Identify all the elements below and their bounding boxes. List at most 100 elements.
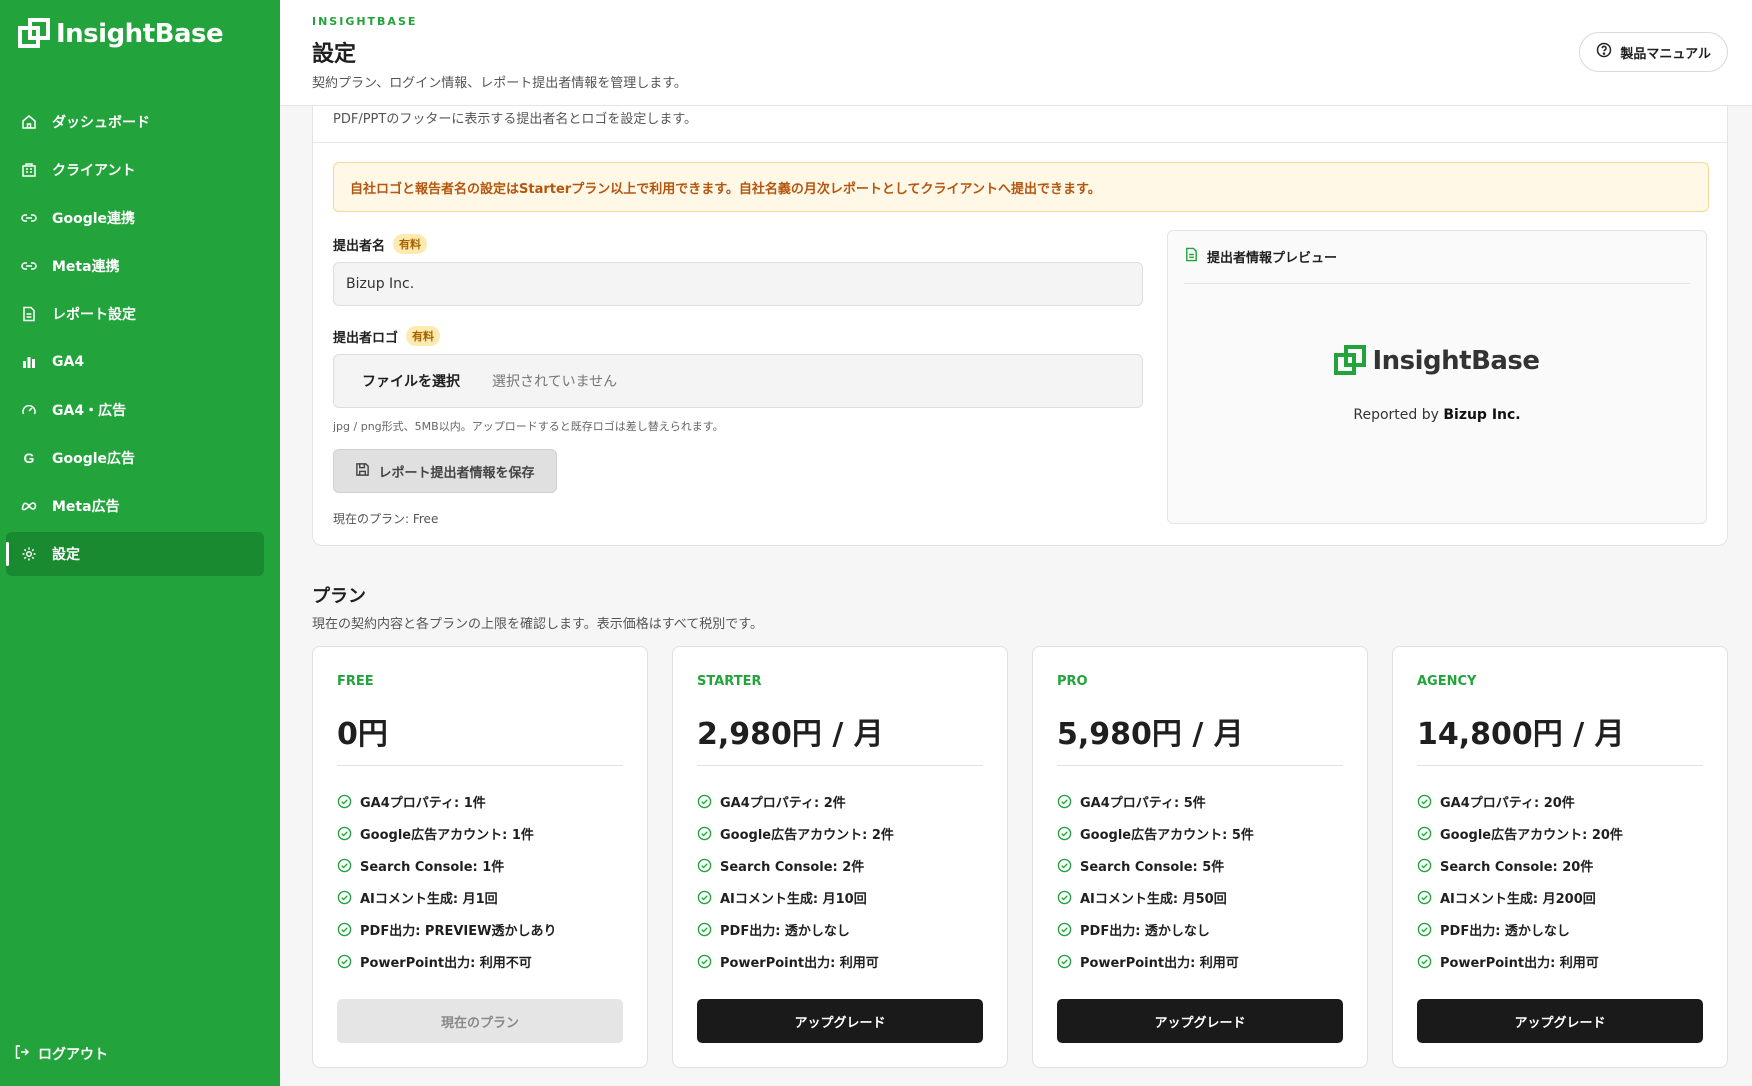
app-logo[interactable]: InsightBase bbox=[18, 18, 224, 50]
plan-features: GA4プロパティ: 20件 Google広告アカウント: 20件 Search Co… bbox=[1417, 785, 1623, 977]
sidebar-item-meta-ads[interactable]: Meta広告 bbox=[6, 484, 264, 528]
plan-feature-text: PDF出力: 透かしなし bbox=[1440, 923, 1570, 939]
plan-feature-text: Google広告アカウント: 1件 bbox=[360, 827, 534, 843]
file-status: 選択されていません bbox=[492, 374, 618, 390]
gear-icon bbox=[20, 545, 38, 563]
plan-feature: PowerPoint出力: 利用可 bbox=[697, 945, 894, 977]
reporter-logo-label-text: 提出者ロゴ bbox=[333, 330, 399, 346]
plan-price: 5,980円 / 月 bbox=[1057, 717, 1244, 752]
preview-title: 提出者情報プレビュー bbox=[1207, 251, 1338, 266]
plan-feature: Google広告アカウント: 5件 bbox=[1057, 817, 1254, 849]
upgrade-button[interactable]: アップグレード bbox=[1417, 999, 1703, 1043]
reported-by: Reported by Bizup Inc. bbox=[1168, 407, 1706, 423]
sidebar-item-clients[interactable]: クライアント bbox=[6, 148, 264, 192]
plan-feature: PDF出力: 透かしなし bbox=[1417, 913, 1623, 945]
product-manual-label: 製品マニュアル bbox=[1620, 46, 1711, 62]
plan-feature: GA4プロパティ: 20件 bbox=[1417, 785, 1623, 817]
plan-feature: Search Console: 2件 bbox=[697, 849, 894, 881]
check-circle-icon bbox=[1057, 826, 1072, 840]
choose-file-button[interactable]: ファイルを選択 bbox=[362, 371, 460, 391]
sidebar-item-label: Google広告 bbox=[52, 451, 136, 467]
preview-logo: InsightBase bbox=[1168, 345, 1706, 377]
plan-divider bbox=[337, 765, 623, 766]
plan-feature: PowerPoint出力: 利用可 bbox=[1417, 945, 1623, 977]
reported-by-prefix: Reported by bbox=[1353, 407, 1439, 423]
plan-feature: Search Console: 20件 bbox=[1417, 849, 1623, 881]
logout-button[interactable]: ログアウト bbox=[14, 1044, 108, 1064]
link-icon bbox=[20, 209, 38, 227]
plan-feature: Google広告アカウント: 20件 bbox=[1417, 817, 1623, 849]
google-icon: G bbox=[20, 449, 38, 467]
home-icon bbox=[20, 113, 38, 131]
sidebar-item-label: クライアント bbox=[52, 163, 136, 179]
preview-logo-text: InsightBase bbox=[1372, 346, 1540, 376]
check-circle-icon bbox=[337, 794, 352, 808]
plan-name: STARTER bbox=[697, 674, 762, 689]
plan-feature-text: PDF出力: 透かしなし bbox=[1080, 923, 1210, 939]
plan-price: 0円 bbox=[337, 717, 388, 752]
plan-name: FREE bbox=[337, 674, 374, 689]
plan-feature-text: PDF出力: 透かしなし bbox=[720, 923, 850, 939]
logo-file-input[interactable]: ファイルを選択 選択されていません bbox=[333, 354, 1143, 408]
plan-feature: PowerPoint出力: 利用不可 bbox=[337, 945, 556, 977]
sidebar-item-label: ダッシュボード bbox=[52, 115, 150, 131]
check-circle-icon bbox=[697, 890, 712, 904]
plan-feature-text: PowerPoint出力: 利用不可 bbox=[360, 955, 532, 971]
plan-feature-text: Search Console: 20件 bbox=[1440, 859, 1594, 875]
check-circle-icon bbox=[1417, 890, 1432, 904]
plan-feature: GA4プロパティ: 2件 bbox=[697, 785, 894, 817]
check-circle-icon bbox=[697, 954, 712, 968]
reporter-logo-label: 提出者ロゴ 有料 bbox=[333, 326, 441, 346]
plan-card-pro: PRO 5,980円 / 月 GA4プロパティ: 5件 Google広告アカウント: … bbox=[1032, 646, 1368, 1068]
check-circle-icon bbox=[337, 858, 352, 872]
page-title: 設定 bbox=[312, 42, 357, 67]
brand-subtitle: INSIGHTBASE bbox=[312, 15, 418, 28]
save-reporter-button[interactable]: レポート提出者情報を保存 bbox=[333, 449, 557, 493]
plans-description: 現在の契約内容と各プランの上限を確認します。表示価格はすべて税別です。 bbox=[312, 617, 763, 632]
check-circle-icon bbox=[697, 922, 712, 936]
svg-text:G: G bbox=[24, 450, 35, 466]
plan-feature: Google広告アカウント: 2件 bbox=[697, 817, 894, 849]
reported-by-name: Bizup Inc. bbox=[1443, 407, 1521, 423]
plan-feature-text: AIコメント生成: 月10回 bbox=[720, 891, 867, 907]
logo-icon bbox=[1334, 345, 1367, 377]
logout-icon bbox=[14, 1044, 30, 1064]
reporter-name-input[interactable] bbox=[333, 262, 1143, 306]
current-plan-note: 現在のプラン: Free bbox=[333, 512, 439, 526]
document-icon bbox=[20, 305, 38, 323]
sidebar-item-dashboard[interactable]: ダッシュボード bbox=[6, 100, 264, 144]
plan-feature: AIコメント生成: 月10回 bbox=[697, 881, 894, 913]
check-circle-icon bbox=[337, 922, 352, 936]
bar-chart-icon bbox=[20, 353, 38, 371]
sidebar-nav: ダッシュボード クライアント Google連携 Meta連携 レポート設定 GA… bbox=[6, 100, 264, 580]
document-icon bbox=[1184, 247, 1199, 266]
reporter-settings-card: PDF/PPTのフッターに表示する提出者名とロゴを設定します。 自社ロゴと報告者… bbox=[312, 106, 1728, 546]
upgrade-button[interactable]: アップグレード bbox=[1057, 999, 1343, 1043]
plan-feature-text: PowerPoint出力: 利用可 bbox=[720, 955, 879, 971]
sidebar-item-meta-integration[interactable]: Meta連携 bbox=[6, 244, 264, 288]
sidebar-item-ga4-ads[interactable]: GA4・広告 bbox=[6, 388, 264, 432]
sidebar-item-google-ads[interactable]: G Google広告 bbox=[6, 436, 264, 480]
plan-feature-text: Google広告アカウント: 5件 bbox=[1080, 827, 1254, 843]
sidebar-item-settings[interactable]: 設定 bbox=[6, 532, 264, 576]
save-reporter-label: レポート提出者情報を保存 bbox=[378, 465, 535, 481]
plan-feature: PDF出力: PREVIEW透かしあり bbox=[337, 913, 556, 945]
plan-feature-text: GA4プロパティ: 5件 bbox=[1080, 795, 1206, 811]
check-circle-icon bbox=[697, 794, 712, 808]
plan-name: AGENCY bbox=[1417, 674, 1477, 689]
sidebar-item-label: Google連携 bbox=[52, 211, 136, 227]
sidebar-item-google-integration[interactable]: Google連携 bbox=[6, 196, 264, 240]
current-plan-button[interactable]: 現在のプラン bbox=[337, 999, 623, 1043]
check-circle-icon bbox=[1057, 922, 1072, 936]
sidebar-item-report-settings[interactable]: レポート設定 bbox=[6, 292, 264, 336]
check-circle-icon bbox=[697, 826, 712, 840]
plan-feature: Search Console: 1件 bbox=[337, 849, 556, 881]
file-help-text: jpg / png形式、5MB以内。アップロードすると既存ロゴは差し替えられます… bbox=[333, 420, 724, 433]
paid-badge: 有料 bbox=[406, 326, 441, 346]
plan-feature-text: Google広告アカウント: 20件 bbox=[1440, 827, 1623, 843]
preview-divider bbox=[1184, 283, 1690, 284]
sidebar-item-ga4[interactable]: GA4 bbox=[6, 340, 264, 384]
sidebar-item-label: レポート設定 bbox=[52, 307, 136, 323]
upgrade-button[interactable]: アップグレード bbox=[697, 999, 983, 1043]
product-manual-button[interactable]: 製品マニュアル bbox=[1579, 32, 1728, 72]
